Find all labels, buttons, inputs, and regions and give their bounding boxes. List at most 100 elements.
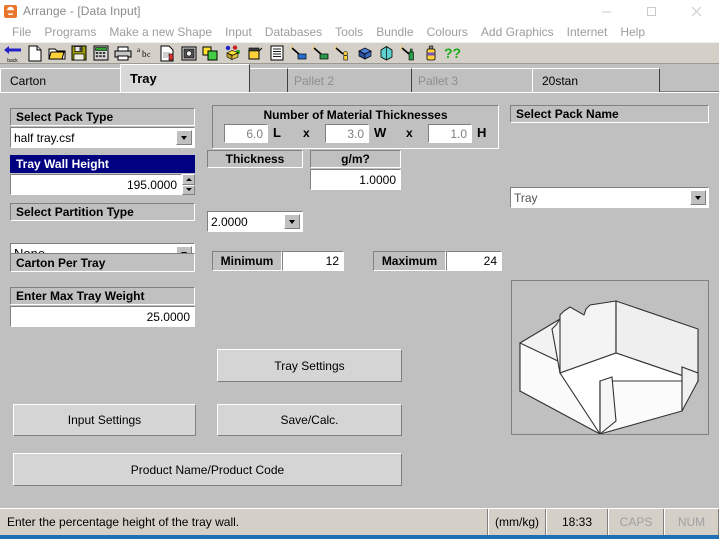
material-width-input[interactable]: 3.0 xyxy=(325,124,369,143)
tray-3d-preview xyxy=(511,280,709,435)
tab-carton[interactable]: Carton xyxy=(0,68,128,92)
svg-text:c: c xyxy=(147,50,151,59)
yellow-bottle-icon[interactable] xyxy=(420,43,441,63)
menu-make-a-new-shape[interactable]: Make a new Shape xyxy=(103,23,219,41)
material-height-value: 1.0 xyxy=(450,127,467,141)
product-name-product-code-button[interactable]: Product Name/Product Code xyxy=(13,453,402,486)
calculator-icon[interactable] xyxy=(90,43,111,63)
save-calc-button[interactable]: Save/Calc. xyxy=(217,404,402,436)
gsm-input[interactable]: 1.0000 xyxy=(310,169,401,190)
material-separator-2: x xyxy=(406,126,413,140)
app-icon xyxy=(4,5,17,18)
product-name-product-code-label: Product Name/Product Code xyxy=(131,463,284,477)
colour-cube-icon[interactable] xyxy=(222,43,243,63)
menu-internet[interactable]: Internet xyxy=(561,23,615,41)
wand-bottle-icon[interactable] xyxy=(398,43,419,63)
input-settings-button[interactable]: Input Settings xyxy=(13,404,196,436)
chevron-down-icon[interactable] xyxy=(176,130,192,145)
input-settings-label: Input Settings xyxy=(68,413,141,427)
menu-tools[interactable]: Tools xyxy=(329,23,370,41)
material-length-value: 6.0 xyxy=(246,127,263,141)
chevron-down-icon[interactable] xyxy=(284,214,300,229)
material-length-unit: L xyxy=(273,125,281,140)
material-length-input[interactable]: 6.0 xyxy=(224,124,268,143)
help-question-icon[interactable]: ?? xyxy=(442,43,463,63)
paint-can-icon[interactable] xyxy=(244,43,265,63)
menu-input[interactable]: Input xyxy=(219,23,259,41)
menu-bundle[interactable]: Bundle xyxy=(370,23,420,41)
svg-text:??: ?? xyxy=(444,45,461,61)
blue-box-icon[interactable] xyxy=(354,43,375,63)
select-pack-type-value: half tray.csf xyxy=(14,131,176,145)
status-caps-indicator: CAPS xyxy=(608,509,664,535)
taskbar-strip xyxy=(0,535,719,539)
status-num-indicator: NUM xyxy=(664,509,719,535)
title-bar: Arrange - [Data Input] xyxy=(0,0,719,22)
menu-add-graphics[interactable]: Add Graphics xyxy=(475,23,561,41)
data-input-panel: Select Pack Type half tray.csf Tray Wall… xyxy=(0,93,719,508)
menu-programs[interactable]: Programs xyxy=(38,23,103,41)
close-button[interactable] xyxy=(674,0,719,22)
minimum-label: Minimum xyxy=(212,251,282,271)
tab-pallet-3[interactable]: Pallet 3 xyxy=(408,68,536,92)
window-controls xyxy=(584,0,719,22)
select-pack-type-combo[interactable]: half tray.csf xyxy=(10,127,195,148)
menu-colours[interactable]: Colours xyxy=(421,23,475,41)
save-disk-icon[interactable] xyxy=(68,43,89,63)
enter-max-tray-weight-label: Enter Max Tray Weight xyxy=(10,287,195,305)
maximize-button[interactable] xyxy=(629,0,674,22)
select-pack-name-label: Select Pack Name xyxy=(510,105,709,123)
printer-icon[interactable] xyxy=(112,43,133,63)
tab-20stan[interactable]: 20stan xyxy=(532,68,660,92)
select-pack-name-combo[interactable]: Tray xyxy=(510,187,709,208)
save-calc-label: Save/Calc. xyxy=(280,413,338,427)
material-separator-1: x xyxy=(303,126,310,140)
material-height-input[interactable]: 1.0 xyxy=(428,124,472,143)
stepper-up-button[interactable] xyxy=(182,174,195,185)
minimum-input[interactable]: 12 xyxy=(282,251,344,271)
wand-box-icon[interactable] xyxy=(288,43,309,63)
material-thicknesses-label: Number of Material Thicknesses xyxy=(212,107,499,123)
maximum-value: 24 xyxy=(484,254,497,268)
tab-20stan-label: 20stan xyxy=(542,74,578,88)
tab-pallet-2[interactable]: Pallet 2 xyxy=(284,68,412,92)
thickness-combo[interactable]: 2.0000 xyxy=(207,211,303,232)
status-units: (mm/kg) xyxy=(488,509,546,535)
wand-person-icon[interactable] xyxy=(332,43,353,63)
list-view-icon[interactable] xyxy=(266,43,287,63)
status-bar: Enter the percentage height of the tray … xyxy=(0,508,719,535)
menu-help[interactable]: Help xyxy=(614,23,652,41)
tray-wall-height-stepper[interactable] xyxy=(182,174,195,195)
enter-max-tray-weight-value: 25.0000 xyxy=(147,310,190,324)
material-width-value: 3.0 xyxy=(347,127,364,141)
wand-tray-icon[interactable] xyxy=(310,43,331,63)
chevron-down-icon[interactable] xyxy=(690,190,706,205)
toolbar: back xyxy=(0,42,719,64)
window-title: Arrange - [Data Input] xyxy=(23,4,141,18)
report-page-icon[interactable] xyxy=(156,43,177,63)
status-message: Enter the percentage height of the tray … xyxy=(0,509,488,535)
tray-wall-height-input[interactable]: 195.0000 xyxy=(10,174,182,195)
maximum-label: Maximum xyxy=(373,251,446,271)
new-document-icon[interactable] xyxy=(24,43,45,63)
maximum-input[interactable]: 24 xyxy=(446,251,502,271)
tray-settings-label: Tray Settings xyxy=(274,359,344,373)
tray-wall-height-spinbox[interactable]: 195.0000 xyxy=(10,174,195,195)
stepper-down-button[interactable] xyxy=(182,185,195,196)
teal-pack-icon[interactable] xyxy=(376,43,397,63)
back-arrow-icon[interactable]: back xyxy=(2,43,23,63)
menu-databases[interactable]: Databases xyxy=(259,23,329,41)
menu-file[interactable]: File xyxy=(6,23,38,41)
select-partition-type-label: Select Partition Type xyxy=(10,203,195,221)
tab-carton-label: Carton xyxy=(10,74,46,88)
camera-icon[interactable] xyxy=(178,43,199,63)
gsm-value: 1.0000 xyxy=(359,173,396,187)
material-height-unit: H xyxy=(477,125,486,140)
minimize-button[interactable] xyxy=(584,0,629,22)
enter-max-tray-weight-input[interactable]: 25.0000 xyxy=(10,306,195,327)
copy-shapes-icon[interactable] xyxy=(200,43,221,63)
open-folder-icon[interactable] xyxy=(46,43,67,63)
tray-settings-button[interactable]: Tray Settings xyxy=(217,349,402,382)
spell-check-abc-icon[interactable]: a b c xyxy=(134,43,155,63)
tab-tray[interactable]: Tray xyxy=(120,64,250,92)
